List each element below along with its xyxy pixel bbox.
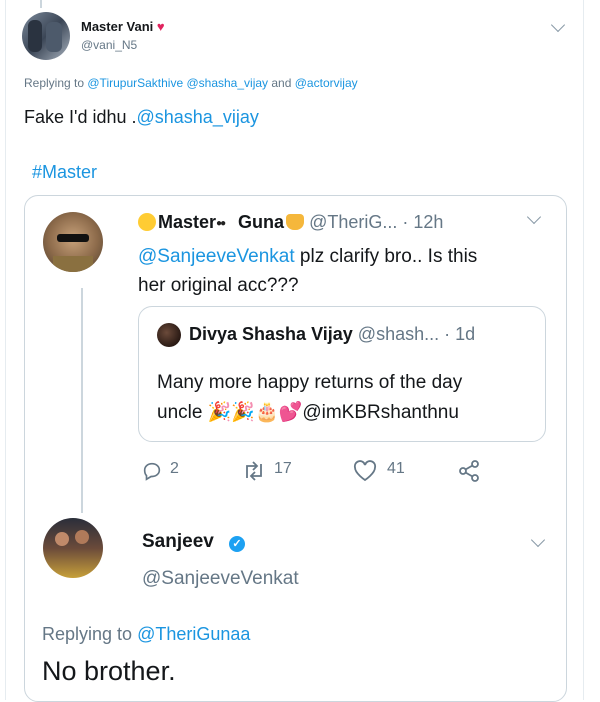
quoted-author-name[interactable]: Master	[158, 212, 216, 232]
shush-emoji-icon	[138, 213, 156, 231]
quoted-text-line1: plz clarify bro.. Is this	[294, 246, 478, 267]
like-count[interactable]: 41	[387, 460, 405, 478]
retweet-count[interactable]: 17	[274, 460, 292, 478]
inner-text-line2: uncle	[157, 402, 208, 423]
cat-emoji-icon	[286, 214, 305, 230]
quoted-author-name-suffix[interactable]: Guna	[238, 212, 284, 232]
thread-line	[40, 0, 42, 8]
reply-replying-to: Replying to @TheriGunaa	[42, 624, 250, 645]
mention-link[interactable]: @shasha_vijay	[137, 107, 259, 127]
quoted-time[interactable]: · 12h	[397, 212, 443, 232]
quoted-author-handle[interactable]: @TheriG...	[309, 212, 397, 232]
sunglasses-icon	[216, 210, 238, 218]
inner-author-handle[interactable]: @shash...	[358, 324, 439, 344]
reply-replying-prefix: Replying to	[42, 624, 138, 644]
avatar[interactable]	[43, 518, 103, 578]
heart-icon: ♥	[156, 19, 165, 34]
inner-mention[interactable]: @imKBRshanthnu	[302, 402, 459, 423]
inner-quote-header: Divya Shasha Vijay @shash... · 1d	[189, 324, 475, 345]
replying-and: and	[268, 76, 295, 90]
reply-count[interactable]: 2	[170, 460, 179, 478]
author-handle[interactable]: @vani_N5	[81, 38, 137, 52]
tweet-text-plain: Fake I'd idhu .	[24, 107, 137, 127]
quoted-text: @SanjeeveVenkat plz clarify bro.. Is thi…	[138, 242, 477, 300]
avatar[interactable]	[43, 212, 103, 272]
like-icon[interactable]	[353, 460, 377, 482]
quoted-header: Master Guna @TheriG... · 12h	[138, 210, 443, 233]
replying-prefix: Replying to	[24, 76, 88, 90]
reply-text: No brother.	[42, 656, 176, 686]
share-icon[interactable]	[457, 459, 481, 483]
thread-line	[81, 288, 83, 513]
mention-link[interactable]: @SanjeeveVenkat	[138, 246, 295, 267]
avatar[interactable]	[22, 12, 70, 60]
avatar[interactable]	[157, 323, 181, 347]
replying-last-link[interactable]: @actorvijay	[295, 76, 358, 90]
retweet-icon[interactable]	[241, 460, 267, 482]
inner-quote-text: Many more happy returns of the day uncle…	[157, 368, 462, 428]
tweet-text: Fake I'd idhu .@shasha_vijay	[24, 107, 259, 128]
inner-text-line1: Many more happy returns of the day	[157, 372, 463, 393]
reply-icon[interactable]	[141, 460, 163, 482]
author-name-row[interactable]: Master Vani ♥	[81, 19, 165, 34]
reply-author-name[interactable]: Sanjeev	[142, 531, 214, 553]
author-name[interactable]: Master Vani	[81, 19, 153, 34]
party-emoji-icons: 🎉🎉🎂💕	[207, 402, 303, 423]
replying-to: Replying to @TirupurSakthive @shasha_vij…	[24, 76, 358, 90]
quoted-text-line2: her original acc???	[138, 275, 299, 296]
hashtag-link[interactable]: #Master	[32, 162, 97, 183]
replying-handles-link[interactable]: @TirupurSakthive @shasha_vijay	[87, 76, 268, 90]
inner-time[interactable]: · 1d	[439, 324, 475, 344]
reply-author-handle[interactable]: @SanjeeveVenkat	[142, 568, 299, 590]
reply-replying-handle[interactable]: @TheriGunaa	[137, 624, 250, 644]
inner-author-name[interactable]: Divya Shasha Vijay	[189, 324, 353, 344]
verified-badge-icon: ✓	[229, 536, 245, 552]
